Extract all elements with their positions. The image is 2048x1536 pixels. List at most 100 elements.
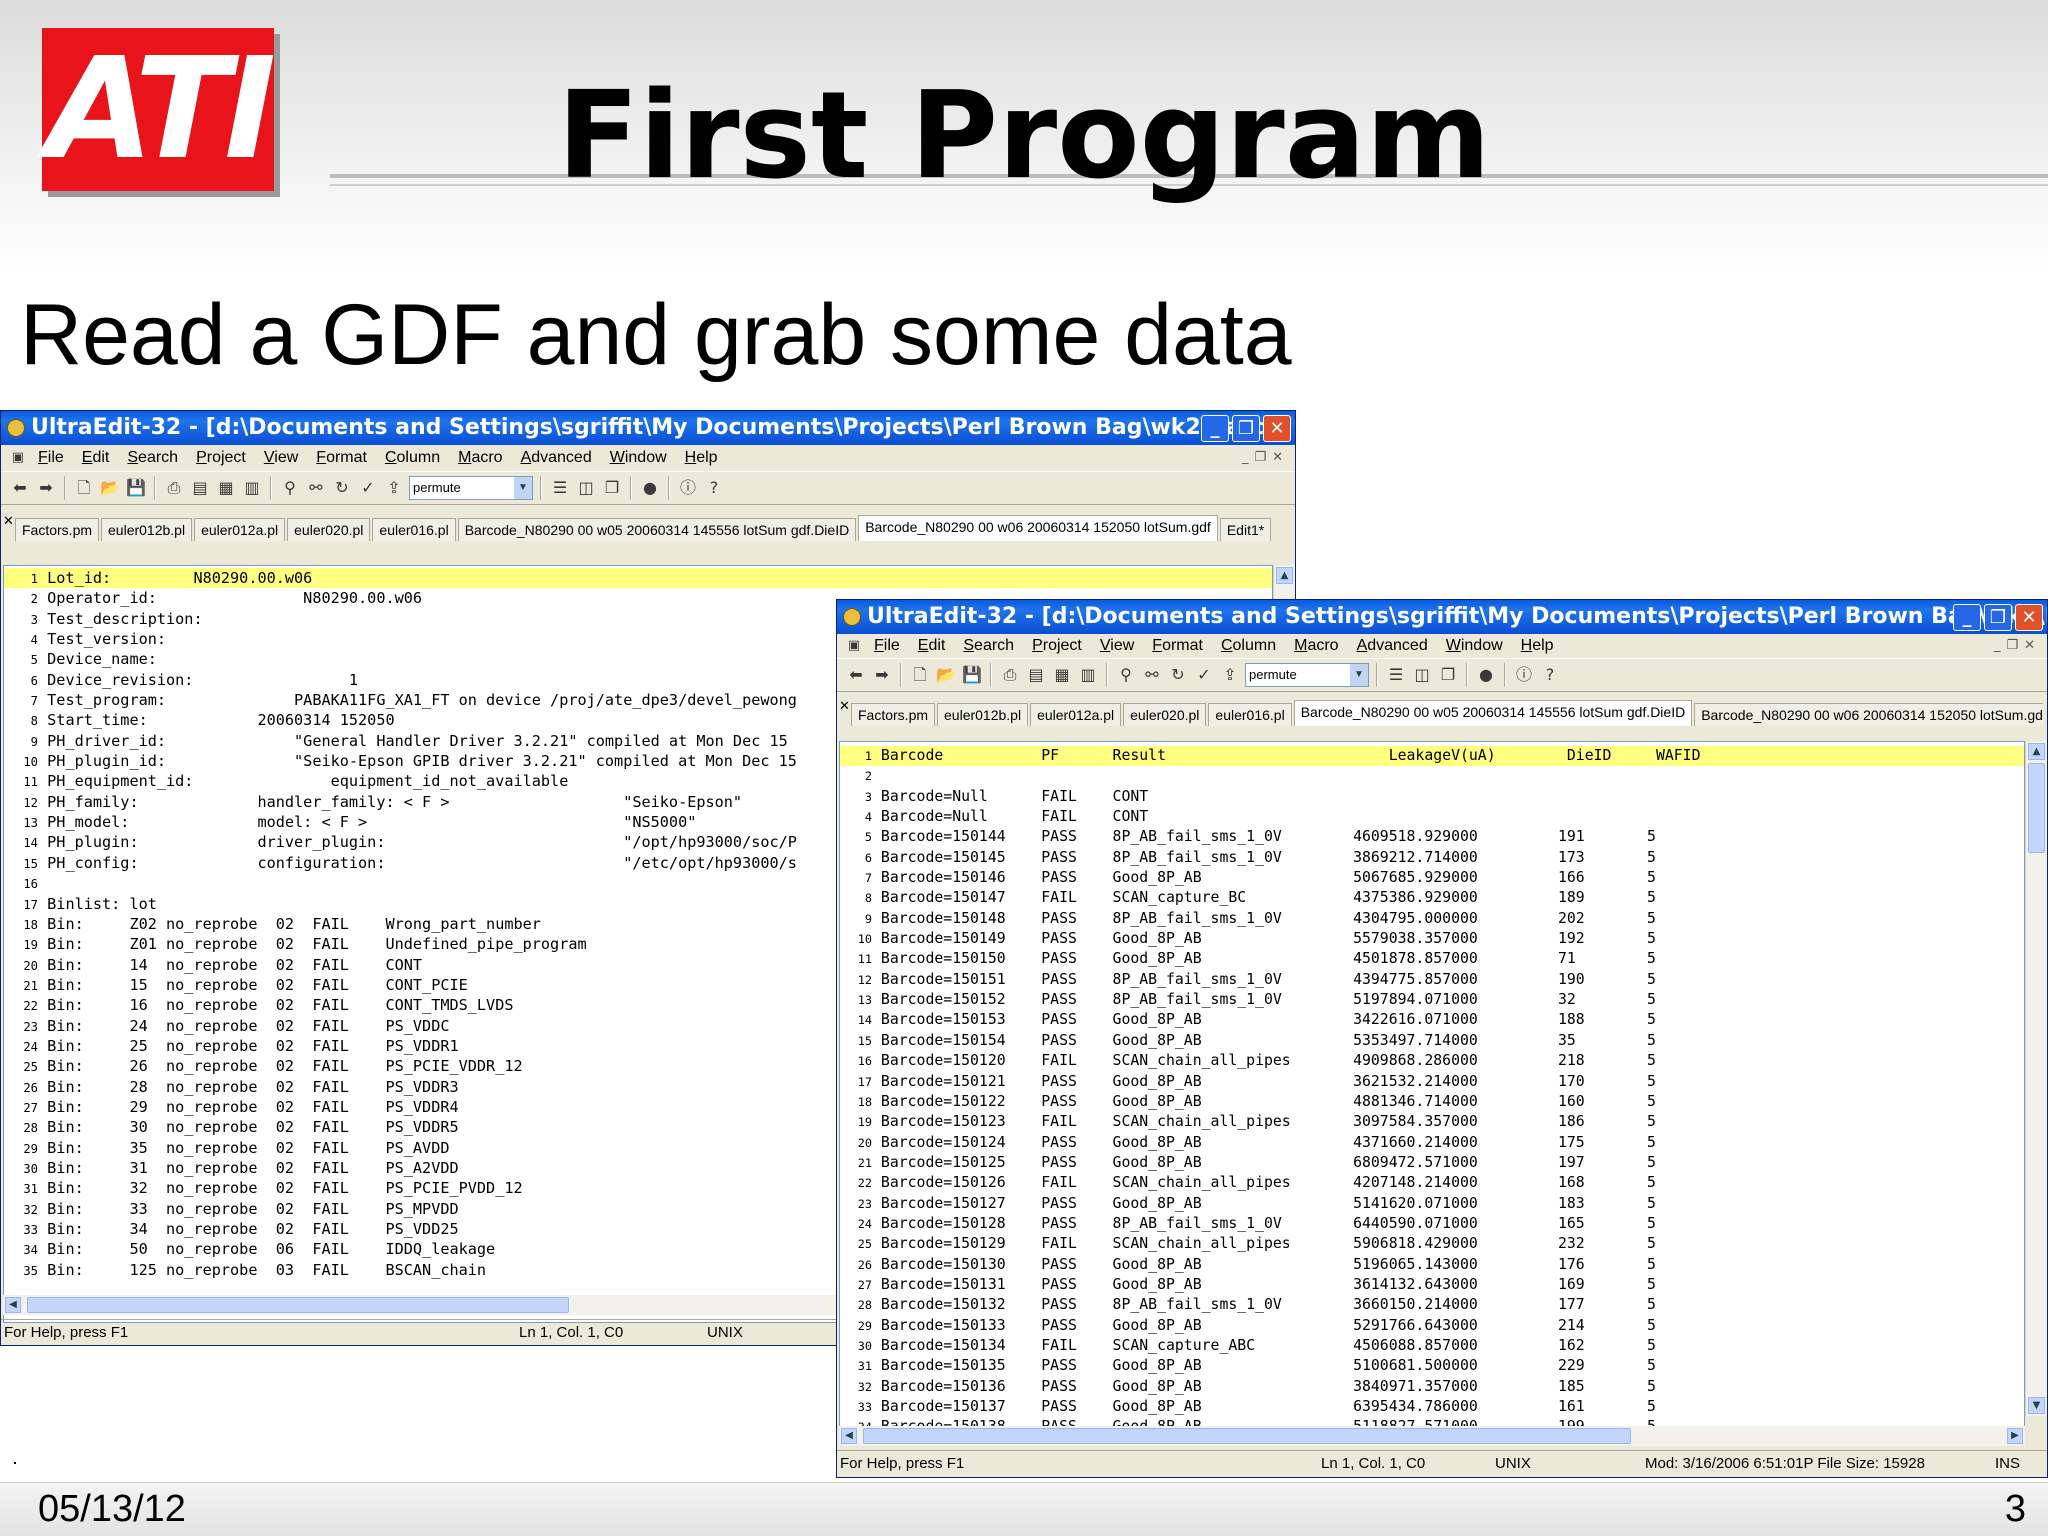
back-icon[interactable]: ⬅ xyxy=(9,477,31,499)
web-icon[interactable]: ● xyxy=(639,477,661,499)
menu-project[interactable]: Project xyxy=(187,446,255,470)
close-button[interactable]: ✕ xyxy=(2015,604,2043,631)
info-icon[interactable]: ⓘ xyxy=(1513,664,1535,686)
ultraedit-window-2[interactable]: UltraEdit-32 - [d:\Documents and Setting… xyxy=(836,599,2048,1478)
menu-search[interactable]: Search xyxy=(118,446,187,470)
print-icon[interactable]: ⎙ xyxy=(163,477,185,499)
editor-pane[interactable]: 1 Barcode PF Result LeakageV(uA) DieID W… xyxy=(839,741,2025,1436)
print-preview-icon[interactable]: ▤ xyxy=(189,477,211,499)
menu-column[interactable]: Column xyxy=(376,446,449,470)
scroll-down-arrow[interactable]: ▼ xyxy=(2028,1397,2045,1414)
find-in-files-icon[interactable]: ⚯ xyxy=(1141,664,1163,686)
horizontal-scroll-thumb[interactable] xyxy=(863,1428,1631,1444)
new-file-icon[interactable]: 🗋 xyxy=(73,477,95,499)
mdi-controls[interactable]: _❐✕ xyxy=(1994,634,2041,658)
forward-icon[interactable]: ➡ xyxy=(871,664,893,686)
help-icon[interactable]: ? xyxy=(1539,664,1561,686)
file-tab[interactable]: euler016.pl xyxy=(372,518,456,541)
file-tab[interactable]: Edit1* xyxy=(1219,518,1272,541)
file-tab[interactable]: Factors.pm xyxy=(15,518,100,541)
replace-icon[interactable]: ↻ xyxy=(1167,664,1189,686)
print-icon[interactable]: ⎙ xyxy=(999,664,1021,686)
chevron-down-icon[interactable]: ▼ xyxy=(514,477,532,499)
help-icon[interactable]: ? xyxy=(703,477,725,499)
save-icon[interactable]: 💾 xyxy=(961,664,983,686)
scroll-up-arrow[interactable]: ▲ xyxy=(2028,743,2045,760)
file-tab[interactable]: euler012b.pl xyxy=(101,518,193,541)
menu-format[interactable]: Format xyxy=(307,446,376,470)
menu-view[interactable]: View xyxy=(255,446,307,470)
back-icon[interactable]: ⬅ xyxy=(845,664,867,686)
close-file-icon[interactable]: ✕ xyxy=(839,700,850,713)
menu-format[interactable]: Format xyxy=(1143,634,1212,658)
split-vertical-icon[interactable]: ◫ xyxy=(1411,664,1433,686)
title-bar[interactable]: UltraEdit-32 - [d:\Documents and Setting… xyxy=(1,411,1295,445)
web-icon[interactable]: ● xyxy=(1475,664,1497,686)
scroll-left-arrow[interactable]: ◀ xyxy=(841,1428,857,1444)
ftp-icon[interactable]: ⇪ xyxy=(383,477,405,499)
file-tab[interactable]: euler020.pl xyxy=(1123,703,1207,726)
find-icon[interactable]: ⚲ xyxy=(279,477,301,499)
file-tab[interactable]: euler012a.pl xyxy=(194,518,286,541)
document-icon[interactable]: ▣ xyxy=(843,635,865,657)
search-combo[interactable]: permute ▼ xyxy=(409,476,533,500)
find-in-files-icon[interactable]: ⚯ xyxy=(305,477,327,499)
search-combo[interactable]: permute ▼ xyxy=(1245,663,1369,687)
restore-button[interactable]: ❐ xyxy=(1232,415,1260,442)
new-file-icon[interactable]: 🗋 xyxy=(909,664,931,686)
menu-advanced[interactable]: Advanced xyxy=(512,446,601,470)
vertical-scroll-thumb[interactable] xyxy=(2028,763,2045,853)
save-icon[interactable]: 💾 xyxy=(125,477,147,499)
print-preview-icon[interactable]: ▤ xyxy=(1025,664,1047,686)
info-icon[interactable]: ⓘ xyxy=(677,477,699,499)
scroll-up-arrow[interactable]: ▲ xyxy=(1276,567,1293,584)
horizontal-scrollbar[interactable]: ◀ ▶ xyxy=(839,1426,2025,1446)
file-tab[interactable]: Barcode_N80290 00 w06 20060314 152050 lo… xyxy=(1694,703,2043,726)
replace-icon[interactable]: ↻ xyxy=(331,477,353,499)
cascade-icon[interactable]: ❐ xyxy=(601,477,623,499)
bookmark-icon[interactable]: ▥ xyxy=(1077,664,1099,686)
minimize-button[interactable]: _ xyxy=(1953,604,1981,631)
split-horizontal-icon[interactable]: ☰ xyxy=(1385,664,1407,686)
menu-edit[interactable]: Edit xyxy=(73,446,119,470)
spell-check-icon[interactable]: ✓ xyxy=(357,477,379,499)
restore-button[interactable]: ❐ xyxy=(1984,604,2012,631)
menu-view[interactable]: View xyxy=(1091,634,1143,658)
file-tab[interactable]: Factors.pm xyxy=(851,703,936,726)
menu-macro[interactable]: Macro xyxy=(449,446,511,470)
forward-icon[interactable]: ➡ xyxy=(35,477,57,499)
scroll-right-arrow[interactable]: ▶ xyxy=(2007,1428,2023,1444)
menu-help[interactable]: Help xyxy=(676,446,727,470)
menu-edit[interactable]: Edit xyxy=(909,634,955,658)
file-tab[interactable]: Barcode_N80290 00 w05 20060314 145556 lo… xyxy=(457,518,857,541)
file-tab[interactable]: euler012a.pl xyxy=(1030,703,1122,726)
find-icon[interactable]: ⚲ xyxy=(1115,664,1137,686)
file-tab[interactable]: Barcode_N80290 00 w05 20060314 145556 lo… xyxy=(1293,700,1693,726)
close-file-icon[interactable]: ✕ xyxy=(3,515,14,528)
close-button[interactable]: ✕ xyxy=(1263,415,1291,442)
split-horizontal-icon[interactable]: ☰ xyxy=(549,477,571,499)
horizontal-scroll-thumb[interactable] xyxy=(27,1297,569,1313)
ftp-icon[interactable]: ⇪ xyxy=(1219,664,1241,686)
minimize-button[interactable]: _ xyxy=(1201,415,1229,442)
document-icon[interactable]: ▣ xyxy=(7,447,29,469)
binary-icon[interactable]: ▦ xyxy=(1051,664,1073,686)
file-tab[interactable]: euler020.pl xyxy=(287,518,371,541)
menu-window[interactable]: Window xyxy=(601,446,676,470)
menu-macro[interactable]: Macro xyxy=(1285,634,1347,658)
menu-advanced[interactable]: Advanced xyxy=(1348,634,1437,658)
cascade-icon[interactable]: ❐ xyxy=(1437,664,1459,686)
menu-file[interactable]: File xyxy=(29,446,73,470)
title-bar[interactable]: UltraEdit-32 - [d:\Documents and Setting… xyxy=(837,600,2047,634)
file-tab[interactable]: Barcode_N80290 00 w06 20060314 152050 lo… xyxy=(858,515,1218,541)
menu-help[interactable]: Help xyxy=(1512,634,1563,658)
mdi-controls[interactable]: _❐✕ xyxy=(1242,446,1289,470)
chevron-down-icon[interactable]: ▼ xyxy=(1350,664,1368,686)
file-tab[interactable]: euler012b.pl xyxy=(937,703,1029,726)
menu-search[interactable]: Search xyxy=(954,634,1023,658)
split-vertical-icon[interactable]: ◫ xyxy=(575,477,597,499)
scroll-left-arrow[interactable]: ◀ xyxy=(5,1297,21,1313)
menu-project[interactable]: Project xyxy=(1023,634,1091,658)
menu-file[interactable]: File xyxy=(865,634,909,658)
bookmark-icon[interactable]: ▥ xyxy=(241,477,263,499)
